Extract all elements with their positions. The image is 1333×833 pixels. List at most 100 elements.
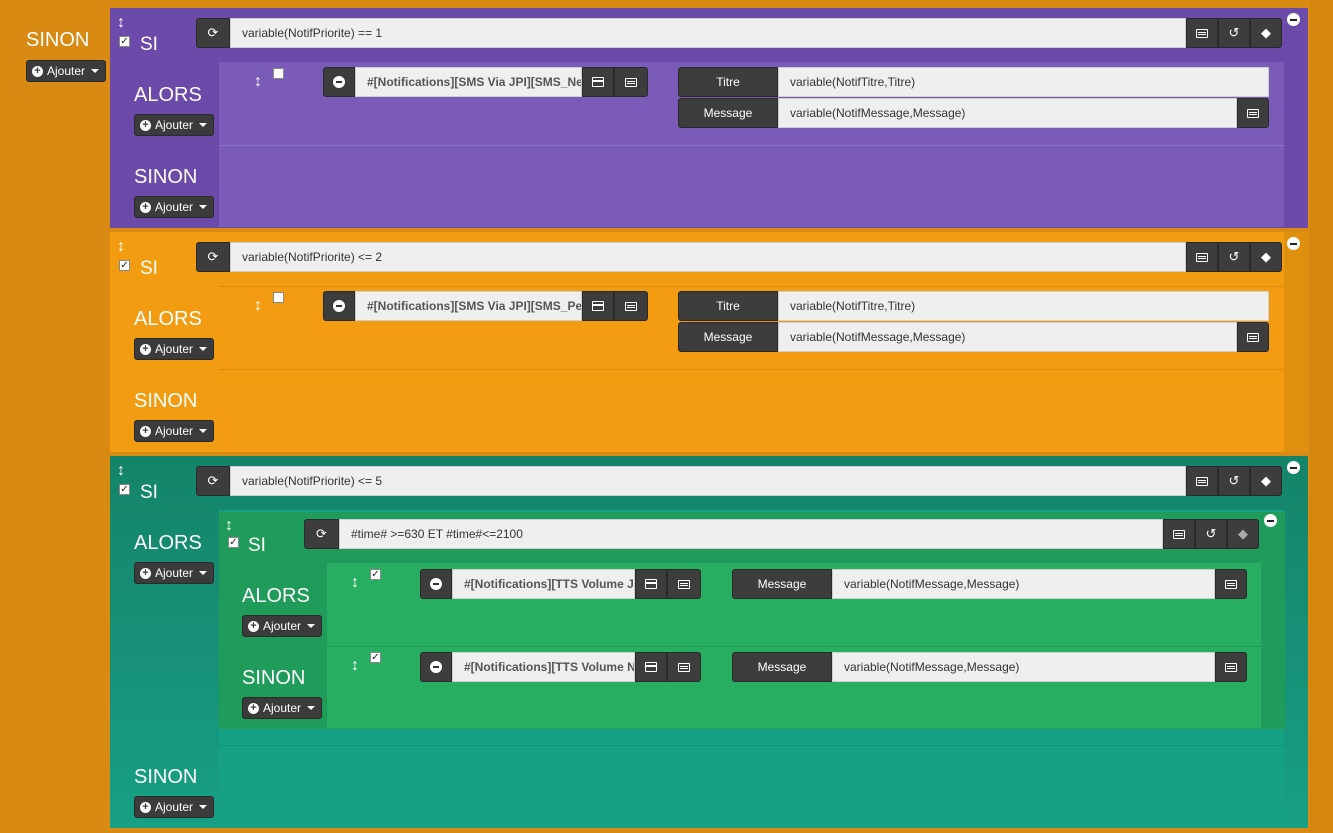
block1-cube-button[interactable]: ◆ bbox=[1250, 18, 1282, 48]
block1-list-button[interactable] bbox=[1186, 18, 1218, 48]
block3-refresh-button[interactable]: ⟳ bbox=[196, 466, 230, 496]
block3-alors-ajouter-button[interactable]: + Ajouter bbox=[134, 562, 215, 584]
refresh-icon: ⟳ bbox=[316, 526, 327, 541]
plus-icon: + bbox=[140, 343, 151, 355]
block2-action-checkbox[interactable] bbox=[273, 292, 284, 303]
block1-enable-checkbox[interactable]: ✓ bbox=[119, 36, 130, 47]
block3-list-button[interactable] bbox=[1186, 466, 1218, 496]
block2-condition-input[interactable]: variable(NotifPriorite) <= 2 bbox=[230, 242, 1186, 272]
list-icon bbox=[1196, 28, 1208, 38]
block1-drag-icon[interactable]: ↕ bbox=[117, 14, 125, 32]
inner-divider bbox=[327, 646, 1261, 647]
inner-refresh-button[interactable]: ⟳ bbox=[304, 519, 339, 549]
block1-refresh-button[interactable]: ⟳ bbox=[196, 18, 230, 48]
block3-sinon-label: SINON bbox=[134, 766, 198, 788]
outer-rail bbox=[1310, 0, 1333, 833]
block2-action-command-input[interactable]: #[Notifications][SMS Via JPI][SMS_Pe bbox=[355, 291, 582, 321]
block3-drag-icon[interactable]: ↕ bbox=[117, 462, 125, 480]
inner-sinon-action-list-button[interactable] bbox=[667, 652, 701, 682]
inner-enable-checkbox[interactable]: ✓ bbox=[228, 537, 239, 548]
card-icon bbox=[645, 579, 657, 589]
block2-action-list-button[interactable] bbox=[614, 291, 648, 321]
block1-message-input[interactable]: variable(NotifMessage,Message) bbox=[778, 98, 1237, 128]
inner-alors-action-remove-button[interactable] bbox=[420, 569, 452, 599]
block1-remove-icon[interactable] bbox=[1287, 13, 1300, 26]
block2-sinon-ajouter-button[interactable]: + Ajouter bbox=[134, 420, 215, 442]
caret-down-icon bbox=[199, 571, 208, 575]
inner-sinon-action-checkbox[interactable]: ✓ bbox=[370, 652, 381, 663]
block3-sinon-ajouter-button[interactable]: + Ajouter bbox=[134, 796, 215, 818]
minus-icon bbox=[430, 578, 442, 590]
block3-cube-button[interactable]: ◆ bbox=[1250, 466, 1282, 496]
block2-list-button[interactable] bbox=[1186, 242, 1218, 272]
block1-action-list-button[interactable] bbox=[614, 67, 648, 97]
list-icon bbox=[625, 301, 637, 311]
block1-action-remove-button[interactable] bbox=[323, 67, 355, 97]
block2-si-label: SI bbox=[140, 258, 158, 279]
block2-enable-checkbox[interactable]: ✓ bbox=[119, 260, 130, 271]
card-icon bbox=[592, 77, 604, 87]
inner-sinon-action-select-button[interactable] bbox=[635, 652, 667, 682]
plus-icon: + bbox=[32, 65, 43, 77]
inner-history-button[interactable]: ↺ bbox=[1195, 519, 1227, 549]
block2-remove-icon[interactable] bbox=[1287, 237, 1300, 250]
plus-icon: + bbox=[140, 119, 151, 131]
block2-message-input[interactable]: variable(NotifMessage,Message) bbox=[778, 322, 1237, 352]
inner-alors-message-input[interactable]: variable(NotifMessage,Message) bbox=[832, 569, 1215, 599]
inner-sinon-message-list-button[interactable] bbox=[1215, 652, 1247, 682]
minus-icon bbox=[430, 661, 442, 673]
inner-alors-action-checkbox[interactable]: ✓ bbox=[370, 569, 381, 580]
block3-alors-label: ALORS bbox=[134, 532, 202, 554]
block1-alors-ajouter-button[interactable]: + Ajouter bbox=[134, 114, 215, 136]
inner-drag-icon[interactable]: ↕ bbox=[225, 517, 233, 535]
block2-action-remove-button[interactable] bbox=[323, 291, 355, 321]
minus-icon bbox=[333, 300, 345, 312]
inner-remove-icon[interactable] bbox=[1264, 514, 1277, 527]
outer-ajouter-button[interactable]: + Ajouter bbox=[26, 60, 107, 82]
block1-titre-input[interactable]: variable(NotifTitre,Titre) bbox=[778, 67, 1269, 97]
block1-action-drag-icon[interactable]: ↕ bbox=[254, 73, 262, 91]
list-icon bbox=[1225, 579, 1237, 589]
block2-drag-icon[interactable]: ↕ bbox=[117, 238, 125, 256]
block3-history-button[interactable]: ↺ bbox=[1218, 466, 1250, 496]
block2-refresh-button[interactable]: ⟳ bbox=[196, 242, 230, 272]
inner-alors-message-list-button[interactable] bbox=[1215, 569, 1247, 599]
block1-history-button[interactable]: ↺ bbox=[1218, 18, 1250, 48]
inner-alors-action-command-input[interactable]: #[Notifications][TTS Volume J bbox=[452, 569, 635, 599]
block3-enable-checkbox[interactable]: ✓ bbox=[119, 484, 130, 495]
refresh-icon: ⟳ bbox=[207, 25, 219, 40]
block2-action-drag-icon[interactable]: ↕ bbox=[254, 297, 262, 315]
inner-condition-input[interactable]: #time# >=630 ET #time#<=2100 bbox=[339, 519, 1163, 549]
history-icon: ↺ bbox=[1228, 25, 1240, 40]
block2-alors-ajouter-button[interactable]: + Ajouter bbox=[134, 338, 215, 360]
list-icon bbox=[1173, 529, 1185, 539]
inner-sinon-ajouter-button[interactable]: + Ajouter bbox=[242, 697, 323, 719]
block1-action-select-button[interactable] bbox=[582, 67, 614, 97]
inner-alors-action-select-button[interactable] bbox=[635, 569, 667, 599]
block2-top-divider bbox=[219, 286, 1284, 287]
inner-cube-button[interactable]: ◆ bbox=[1227, 519, 1259, 549]
block1-action-checkbox[interactable] bbox=[273, 68, 284, 79]
block2-action-select-button[interactable] bbox=[582, 291, 614, 321]
caret-down-icon bbox=[199, 805, 208, 809]
block3-condition-input[interactable]: variable(NotifPriorite) <= 5 bbox=[230, 466, 1186, 496]
inner-alors-action-drag-icon[interactable]: ↕ bbox=[351, 574, 359, 592]
block2-history-button[interactable]: ↺ bbox=[1218, 242, 1250, 272]
inner-sinon-action-drag-icon[interactable]: ↕ bbox=[351, 657, 359, 675]
inner-list-button[interactable] bbox=[1163, 519, 1195, 549]
inner-alors-action-list-button[interactable] bbox=[667, 569, 701, 599]
block2-message-list-button[interactable] bbox=[1237, 322, 1269, 352]
inner-sinon-message-input[interactable]: variable(NotifMessage,Message) bbox=[832, 652, 1215, 682]
inner-sinon-action-remove-button[interactable] bbox=[420, 652, 452, 682]
inner-alors-ajouter-button[interactable]: + Ajouter bbox=[242, 615, 323, 637]
block1-message-list-button[interactable] bbox=[1237, 98, 1269, 128]
cube-icon: ◆ bbox=[1261, 473, 1271, 488]
block2-divider bbox=[219, 369, 1284, 370]
block1-sinon-ajouter-button[interactable]: + Ajouter bbox=[134, 196, 215, 218]
block2-cube-button[interactable]: ◆ bbox=[1250, 242, 1282, 272]
block1-condition-input[interactable]: variable(NotifPriorite) == 1 bbox=[230, 18, 1186, 48]
block3-remove-icon[interactable] bbox=[1287, 461, 1300, 474]
inner-sinon-action-command-input[interactable]: #[Notifications][TTS Volume N bbox=[452, 652, 635, 682]
block2-titre-input[interactable]: variable(NotifTitre,Titre) bbox=[778, 291, 1269, 321]
block1-action-command-input[interactable]: #[Notifications][SMS Via JPI][SMS_Ne bbox=[355, 67, 582, 97]
